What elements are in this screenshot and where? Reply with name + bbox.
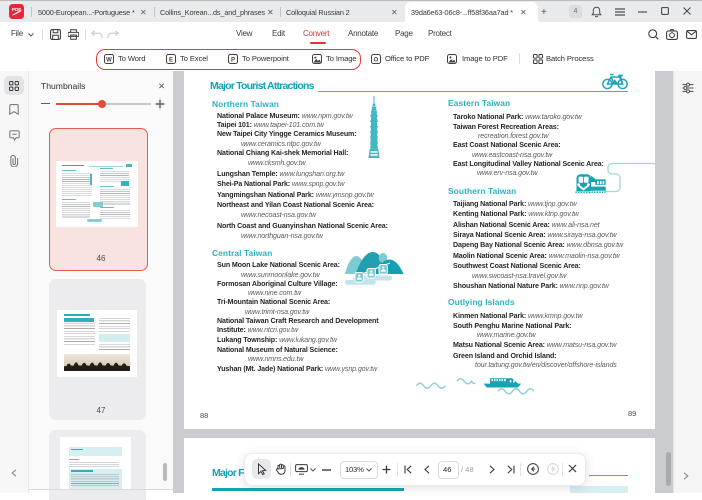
- svg-text:E: E: [169, 57, 173, 63]
- svg-text:W: W: [106, 57, 112, 63]
- svg-text:P: P: [231, 57, 235, 63]
- svg-text:O: O: [374, 57, 379, 63]
